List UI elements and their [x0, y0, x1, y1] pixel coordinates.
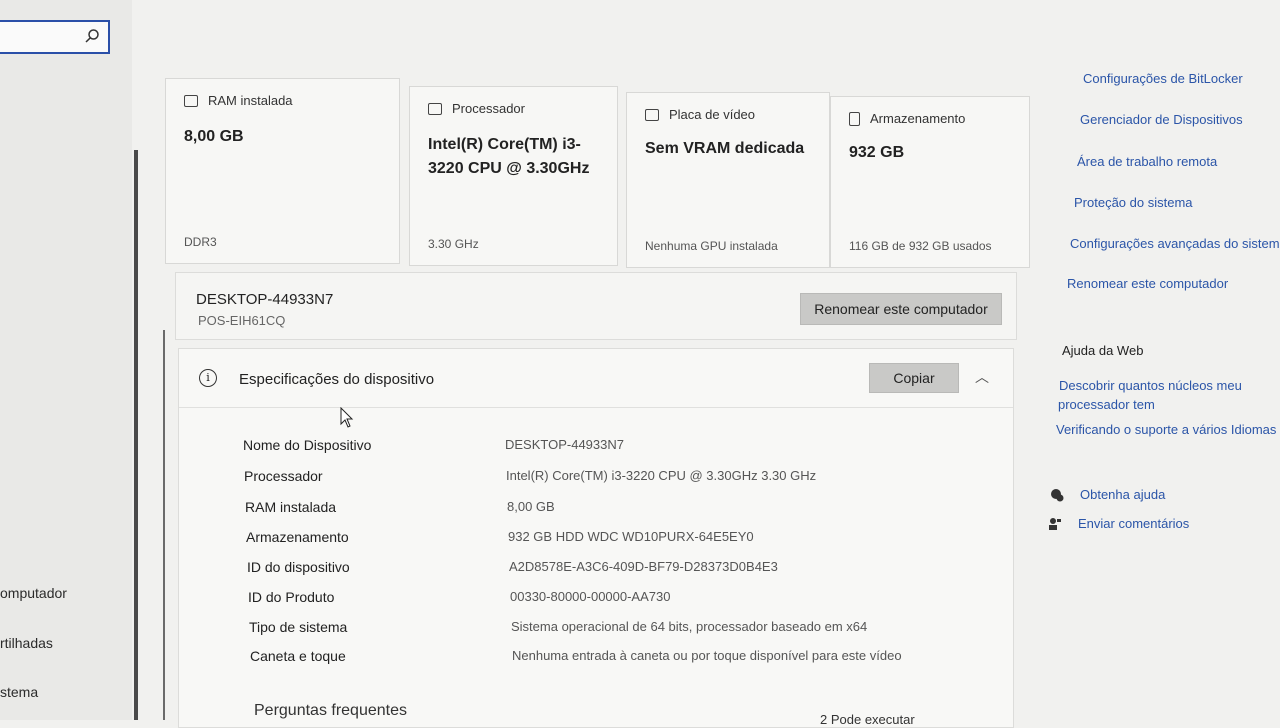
card-value: Sem VRAM dedicada — [645, 140, 805, 157]
card-value: 8,00 GB — [184, 128, 244, 145]
spec-key: ID do dispositivo — [247, 559, 350, 575]
specs-title: Especificações do dispositivo — [239, 371, 435, 388]
link-system-protection[interactable]: Proteção do sistema — [1074, 195, 1193, 210]
card-title: RAM instalada — [208, 93, 293, 108]
card-sub: 116 GB de 932 GB usados — [849, 239, 992, 253]
spec-key: Armazenamento — [246, 529, 349, 545]
spec-key: Tipo de sistema — [249, 619, 348, 635]
sidebar: omputador rtilhadas stema — [0, 0, 132, 720]
card-processor: Processador Intel(R) Core(TM) i3-3220 CP… — [409, 86, 618, 266]
copy-button[interactable]: Copiar — [869, 363, 959, 393]
spec-value[interactable]: Intel(R) Core(TM) i3-3220 CPU @ 3.30GHz … — [506, 468, 1066, 483]
spec-value[interactable]: 00330-80000-00000-AA730 — [510, 589, 1070, 604]
card-title: Armazenamento — [870, 111, 966, 126]
storage-icon — [849, 111, 860, 126]
link-advanced-system[interactable]: Configurações avançadas do sistema — [1070, 236, 1280, 251]
spec-key: Processador — [244, 468, 323, 484]
ram-icon — [184, 94, 198, 107]
chevron-up-icon[interactable]: ︿ — [975, 367, 989, 387]
spec-value[interactable]: Nenhuma entrada à caneta ou por toque di… — [512, 648, 1072, 663]
spec-key: RAM instalada — [245, 499, 337, 515]
spec-key: Caneta e toque — [250, 648, 346, 664]
spec-value[interactable]: 932 GB HDD WDC WD10PURX-64E5EY0 — [508, 529, 1068, 544]
link-remote-desktop[interactable]: Área de trabalho remota — [1077, 154, 1217, 169]
card-value: Intel(R) Core(TM) i3-3220 CPU @ 3.30GHz — [428, 136, 590, 177]
content-divider — [163, 330, 165, 720]
link-rename-computer[interactable]: Renomear este computador — [1067, 276, 1228, 291]
card-gpu: Placa de vídeo Sem VRAM dedicada Nenhuma… — [626, 92, 830, 268]
spec-value[interactable]: 8,00 GB — [507, 499, 1067, 514]
sidebar-item-shared[interactable]: rtilhadas — [0, 635, 53, 651]
link-device-manager[interactable]: Gerenciador de Dispositivos — [1080, 112, 1243, 127]
link-cores-cont[interactable]: processador tem — [1058, 397, 1155, 412]
link-get-help[interactable]: Obtenha ajuda — [1080, 487, 1165, 502]
card-value: 932 GB — [849, 144, 905, 161]
info-icon: i — [199, 369, 217, 387]
search-input[interactable] — [0, 20, 110, 54]
spec-key: Nome do Dispositivo — [243, 437, 372, 453]
rename-computer-button[interactable]: Renomear este computador — [800, 293, 1002, 325]
help-icon — [1051, 489, 1064, 502]
device-name: DESKTOP-44933N7 — [196, 291, 334, 308]
card-ram: RAM instalada 8,00 GB DDR3 — [165, 78, 400, 264]
card-storage: Armazenamento 932 GB 116 GB de 932 GB us… — [830, 96, 1030, 268]
card-title: Placa de vídeo — [669, 107, 756, 122]
processor-icon — [428, 102, 442, 115]
link-feedback[interactable]: Enviar comentários — [1078, 516, 1189, 531]
sidebar-item-computer[interactable]: omputador — [0, 585, 67, 601]
mouse-cursor-icon — [340, 407, 354, 428]
link-bitlocker[interactable]: Configurações de BitLocker — [1083, 71, 1243, 86]
device-specs-panel: i Especificações do dispositivo Copiar ︿… — [178, 348, 1014, 728]
card-sub: DDR3 — [184, 235, 217, 249]
spec-value[interactable]: A2D8578E-A3C6-409D-BF79-D28373D0B4E3 — [509, 559, 1069, 574]
sidebar-divider — [134, 150, 138, 720]
spec-value[interactable]: Sistema operacional de 64 bits, processa… — [511, 619, 1071, 634]
card-title: Processador — [452, 101, 525, 116]
search-icon — [85, 29, 99, 43]
card-sub: Nenhuma GPU instalada — [645, 239, 778, 253]
sidebar-item-system[interactable]: stema — [0, 684, 38, 700]
card-sub: 3.30 GHz — [428, 237, 479, 251]
feedback-icon — [1049, 518, 1061, 530]
device-model: POS-EIH61CQ — [198, 313, 286, 328]
faq-heading[interactable]: Perguntas frequentes — [254, 702, 407, 720]
link-cores[interactable]: Descobrir quantos núcleos meu — [1059, 378, 1242, 393]
spec-key: ID do Produto — [248, 589, 335, 605]
web-help-heading: Ajuda da Web — [1062, 343, 1144, 358]
device-name-row: DESKTOP-44933N7 POS-EIH61CQ Renomear est… — [175, 272, 1017, 340]
spec-value[interactable]: DESKTOP-44933N7 — [505, 437, 1065, 452]
specs-header[interactable]: i Especificações do dispositivo Copiar ︿ — [179, 349, 1013, 408]
gpu-icon — [645, 108, 659, 121]
link-languages[interactable]: Verificando o suporte a vários Idiomas — [1056, 422, 1276, 437]
